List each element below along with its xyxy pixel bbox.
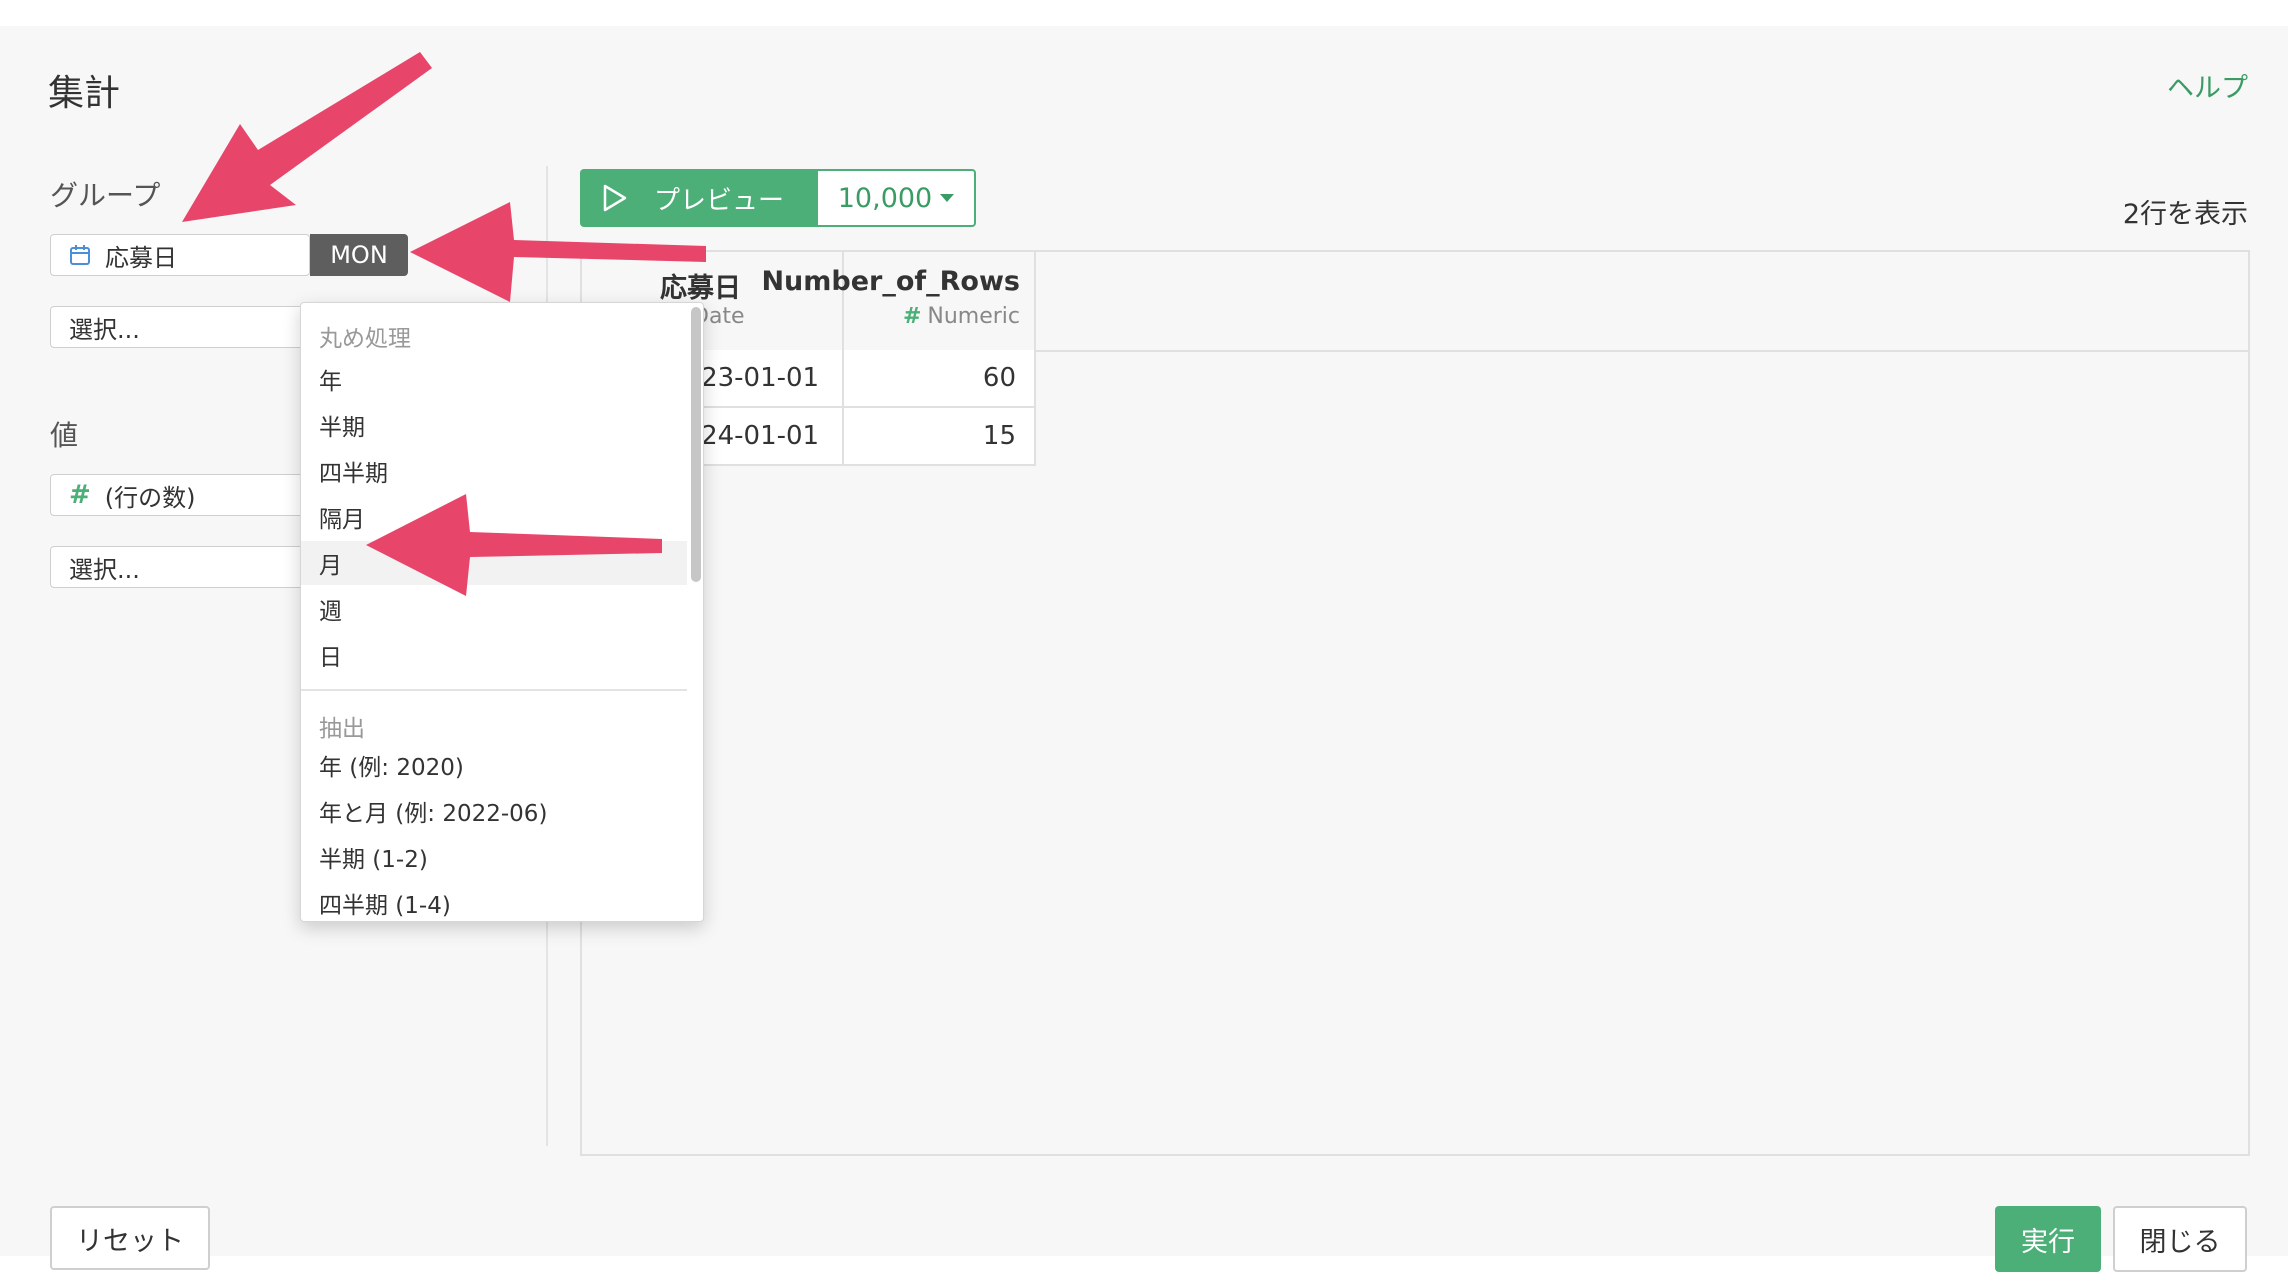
dropdown-scrollbar[interactable]	[691, 307, 701, 582]
group-field-value: 応募日	[105, 243, 177, 272]
menu-item-year[interactable]: 年	[301, 357, 687, 401]
calendar-icon	[69, 244, 91, 266]
column-type-label: Numeric	[927, 304, 1020, 329]
menu-item-day[interactable]: 日	[301, 633, 687, 677]
menu-item-half-year[interactable]: 半期	[301, 403, 687, 447]
value-label: 値	[50, 419, 79, 452]
value-field-value: (行の数)	[104, 483, 196, 512]
group-label: グループ	[50, 179, 161, 212]
play-icon	[602, 184, 628, 212]
preview-button[interactable]: プレビュー	[580, 169, 818, 227]
column-header-number-of-rows[interactable]: Number_of_Rows # Numeric	[761, 252, 1036, 350]
table-cell: 15	[844, 408, 1036, 466]
group-field[interactable]: 応募日	[50, 234, 310, 276]
menu-item-bimonth[interactable]: 隔月	[301, 495, 687, 539]
aggregate-dialog: 集計 ヘルプ グループ 応募日 MON 選択... 値 # (行の数) 選択..…	[0, 26, 2288, 1272]
rounding-button[interactable]: MON	[310, 234, 408, 276]
menu-item-week[interactable]: 週	[301, 587, 687, 631]
reset-button[interactable]: リセット	[50, 1206, 210, 1270]
row-limit-dropdown[interactable]: 10,000	[818, 169, 976, 227]
column-type: # Numeric	[903, 304, 1020, 329]
preview-table: 応募日 Date Number_of_Rows # Numeric 2023-0…	[580, 250, 2250, 1156]
extract-header: 抽出	[319, 716, 365, 742]
row-count-text: 2行を表示	[2122, 199, 2248, 230]
caret-down-icon	[940, 194, 955, 202]
hash-icon: #	[902, 304, 922, 329]
menu-divider	[301, 689, 687, 691]
table-cell: 60	[844, 350, 1036, 408]
preview-button-label: プレビュー	[654, 185, 785, 216]
value-select-placeholder: 選択...	[69, 555, 140, 584]
dialog-title: 集計	[48, 73, 121, 114]
hash-icon: #	[69, 480, 91, 510]
run-button[interactable]: 実行	[1995, 1206, 2101, 1272]
help-link[interactable]: ヘルプ	[2167, 66, 2248, 105]
value-select[interactable]: 選択...	[50, 546, 310, 588]
menu-item-quarter[interactable]: 四半期	[301, 449, 687, 493]
rounding-header: 丸め処理	[319, 326, 411, 352]
group-select-placeholder: 選択...	[69, 315, 140, 344]
row-limit-value: 10,000	[837, 182, 933, 214]
rounding-dropdown-menu: 丸め処理 年 半期 四半期 隔月 月 週 日 抽出 年 (例: 2020) 年と…	[300, 302, 704, 922]
close-button[interactable]: 閉じる	[2113, 1206, 2247, 1272]
menu-item-extract-quarter[interactable]: 四半期 (1-4)	[301, 881, 687, 921]
menu-item-extract-year-month[interactable]: 年と月 (例: 2022-06)	[301, 789, 687, 833]
column-name: Number_of_Rows	[761, 266, 1020, 297]
menu-item-extract-year[interactable]: 年 (例: 2020)	[301, 743, 687, 787]
group-select[interactable]: 選択...	[50, 306, 310, 348]
menu-item-extract-half[interactable]: 半期 (1-2)	[301, 835, 687, 879]
menu-item-month[interactable]: 月	[301, 541, 687, 585]
column-name: 応募日	[660, 273, 741, 304]
value-field[interactable]: # (行の数)	[50, 474, 310, 516]
